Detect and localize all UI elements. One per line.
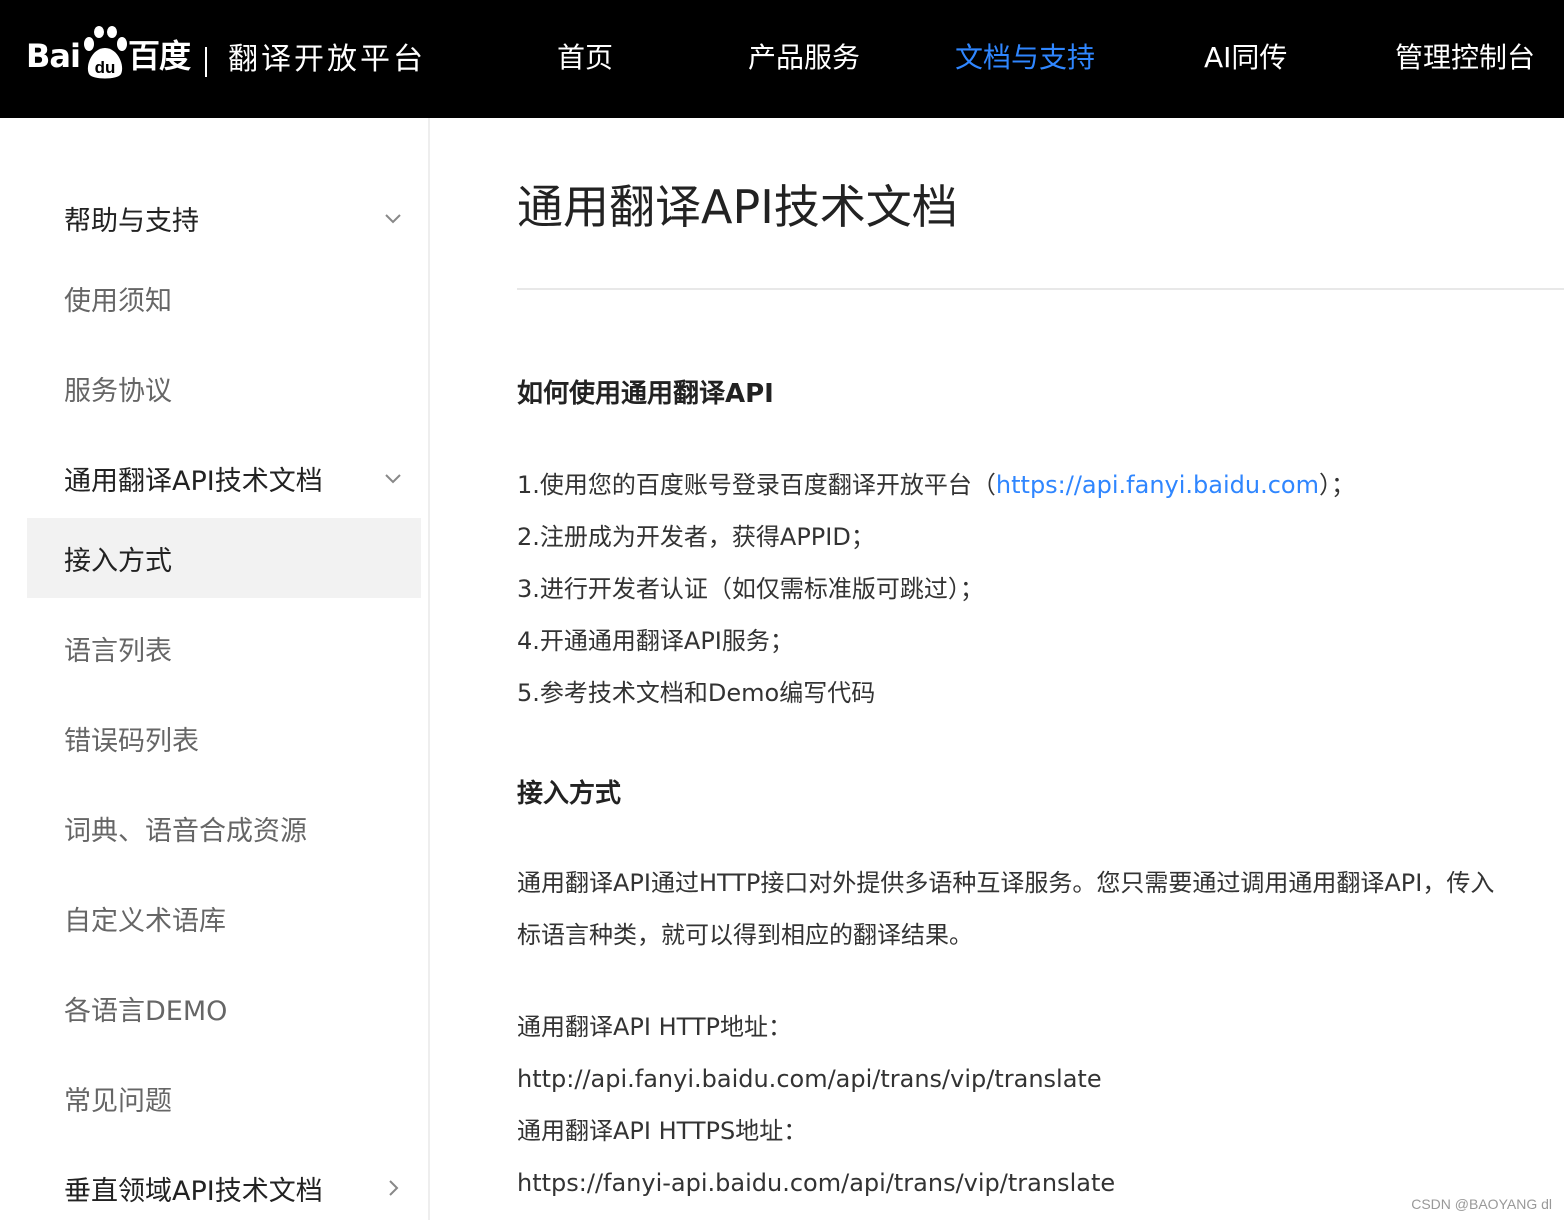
platform-link[interactable]: https://api.fanyi.baidu.com bbox=[996, 471, 1319, 499]
sidebar-item-label: 服务协议 bbox=[64, 375, 172, 407]
https-address-url: https://fanyi-api.baidu.com/api/trans/vi… bbox=[517, 1169, 1116, 1197]
nav-docs-support[interactable]: 文档与支持 bbox=[955, 44, 1095, 72]
page-title: 通用翻译API技术文档 bbox=[517, 180, 958, 234]
step-2: 2.注册成为开发者，获得APPID； bbox=[517, 523, 875, 551]
main-content: 通用翻译API技术文档 如何使用通用翻译API 1.使用您的百度账号登录百度翻译… bbox=[517, 118, 1564, 1220]
watermark: CSDN @BAOYANG dl bbox=[1411, 1196, 1552, 1212]
sidebar-item-usage-notice[interactable]: 使用须知 bbox=[27, 258, 421, 338]
chevron-down-icon bbox=[385, 214, 401, 224]
sidebar-group-general-api-docs[interactable]: 通用翻译API技术文档 bbox=[27, 438, 421, 518]
sidebar-item-label: 各语言DEMO bbox=[64, 995, 228, 1027]
sidebar-item-label: 通用翻译API技术文档 bbox=[64, 465, 323, 497]
http-address-url: http://api.fanyi.baidu.com/api/trans/vip… bbox=[517, 1065, 1102, 1093]
sidebar-item-faq[interactable]: 常见问题 bbox=[27, 1058, 421, 1138]
nav-products[interactable]: 产品服务 bbox=[748, 44, 860, 72]
section-heading-how-to-use: 如何使用通用翻译API bbox=[517, 379, 774, 409]
nav-home[interactable]: 首页 bbox=[557, 44, 613, 72]
top-navigation-bar: Bai du 百度 翻译开放平台 首页 产品服务 文档与支持 AI同传 管理控制… bbox=[0, 0, 1564, 118]
sidebar-item-language-list[interactable]: 语言列表 bbox=[27, 608, 421, 688]
sidebar-item-custom-terms[interactable]: 自定义术语库 bbox=[27, 878, 421, 958]
http-address-label: 通用翻译API HTTP地址： bbox=[517, 1013, 793, 1041]
logo-baidu-text: 百度 bbox=[128, 37, 191, 75]
logo-du-text: du bbox=[95, 58, 116, 77]
logo-bai-text: Bai bbox=[26, 37, 81, 75]
sidebar-item-label: 自定义术语库 bbox=[64, 905, 226, 937]
step-5: 5.参考技术文档和Demo编写代码 bbox=[517, 679, 876, 707]
step-3: 3.进行开发者认证（如仅需标准版可跳过）； bbox=[517, 575, 984, 603]
step-1: 1.使用您的百度账号登录百度翻译开放平台（https://api.fanyi.b… bbox=[517, 473, 1355, 497]
title-divider bbox=[517, 288, 1564, 290]
access-description-line1: 通用翻译API通过HTTP接口对外提供多语种互译服务。您只需要通过调用通用翻译A… bbox=[517, 869, 1495, 897]
section-heading-access-method: 接入方式 bbox=[517, 779, 622, 809]
sidebar-group-help-support[interactable]: 帮助与支持 bbox=[27, 178, 421, 258]
chevron-right-icon bbox=[389, 1180, 399, 1196]
sidebar-item-label: 帮助与支持 bbox=[64, 205, 199, 237]
https-address-label: 通用翻译API HTTPS地址： bbox=[517, 1117, 808, 1145]
sidebar-item-label: 常见问题 bbox=[64, 1085, 172, 1117]
sidebar-item-label: 语言列表 bbox=[64, 635, 172, 667]
sidebar-item-language-demos[interactable]: 各语言DEMO bbox=[27, 968, 421, 1048]
chevron-down-icon bbox=[385, 474, 401, 484]
paw-icon: du bbox=[84, 26, 127, 79]
sidebar-item-label: 垂直领域API技术文档 bbox=[64, 1175, 323, 1207]
step-1-prefix: 1.使用您的百度账号登录百度翻译开放平台（ bbox=[517, 471, 996, 499]
step-4: 4.开通通用翻译API服务； bbox=[517, 627, 794, 655]
sidebar-item-service-agreement[interactable]: 服务协议 bbox=[27, 348, 421, 428]
sidebar-item-label: 错误码列表 bbox=[64, 725, 199, 757]
sidebar-group-vertical-api-docs[interactable]: 垂直领域API技术文档 bbox=[27, 1148, 421, 1228]
sidebar-item-label: 接入方式 bbox=[64, 545, 172, 577]
step-1-suffix: ）； bbox=[1318, 471, 1355, 499]
nav-ai-interpretation[interactable]: AI同传 bbox=[1204, 44, 1287, 72]
sidebar-item-error-codes[interactable]: 错误码列表 bbox=[27, 698, 421, 778]
platform-name: 翻译开放平台 bbox=[228, 42, 426, 77]
access-description-line2: 标语言种类，就可以得到相应的翻译结果。 bbox=[517, 921, 973, 949]
sidebar-item-access-method[interactable]: 接入方式 bbox=[27, 518, 421, 598]
sidebar-item-label: 使用须知 bbox=[64, 285, 172, 317]
logo-divider bbox=[205, 47, 207, 77]
sidebar: 帮助与支持 使用须知 服务协议 通用翻译API技术文档 接入方式 语言列表 错误… bbox=[0, 118, 430, 1220]
sidebar-item-label: 词典、语音合成资源 bbox=[64, 815, 307, 847]
sidebar-item-dictionary-tts[interactable]: 词典、语音合成资源 bbox=[27, 788, 421, 868]
nav-console[interactable]: 管理控制台 bbox=[1395, 44, 1535, 72]
